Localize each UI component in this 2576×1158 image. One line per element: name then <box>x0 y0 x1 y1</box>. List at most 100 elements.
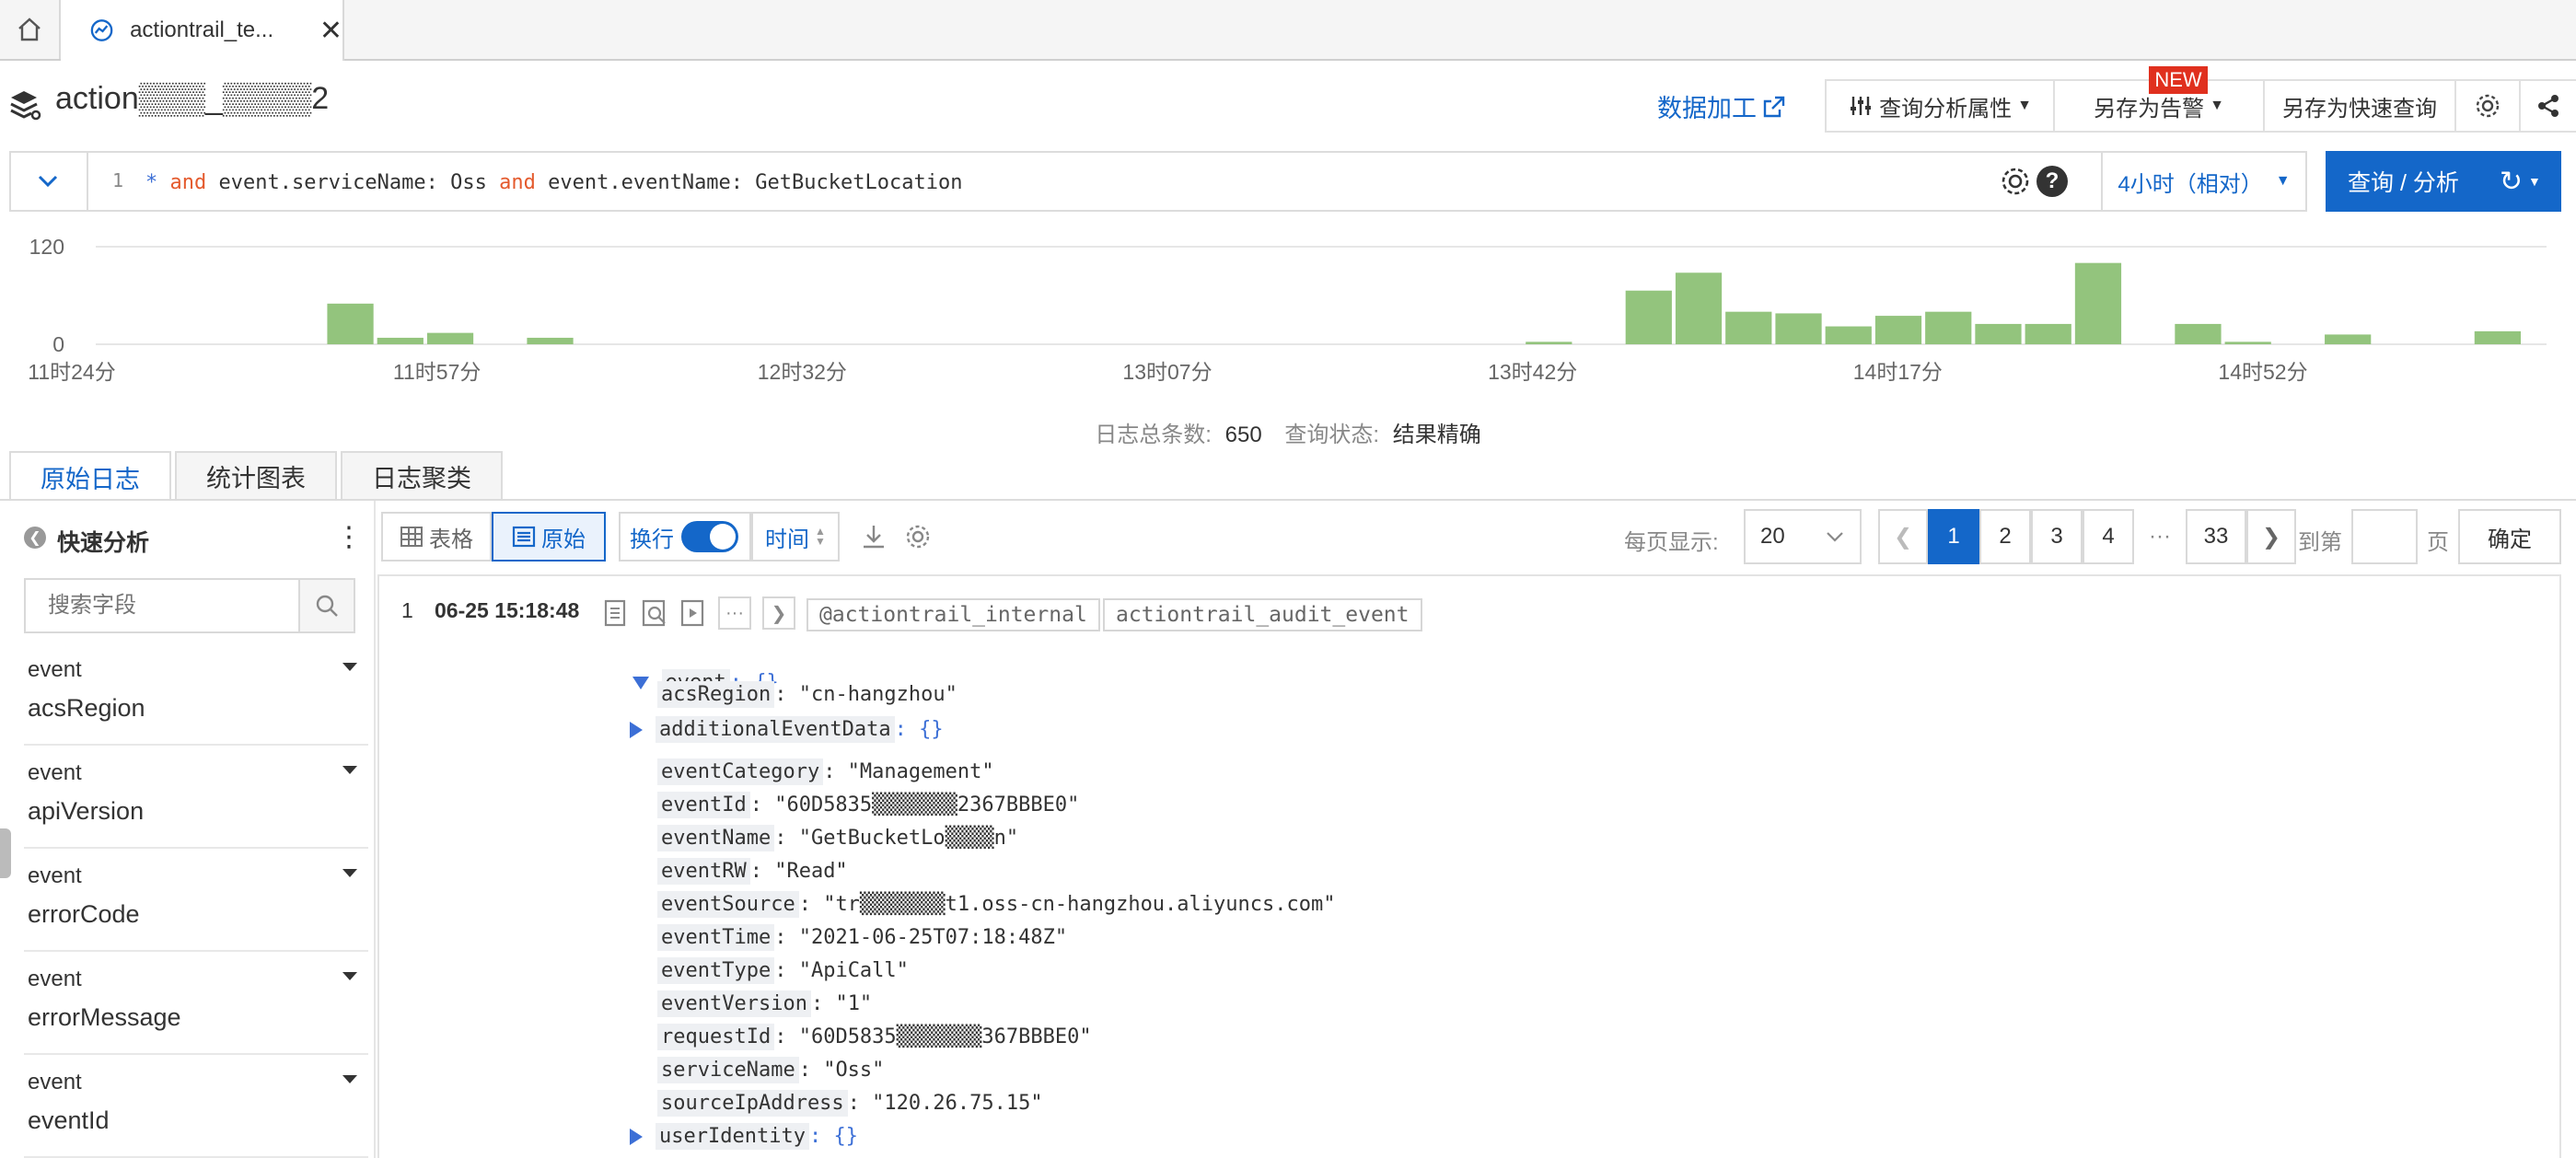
query-summary: 日志总条数: 650 查询状态: 结果精确 <box>0 416 2576 448</box>
tab-raw-logs[interactable]: 原始日志 <box>9 451 171 501</box>
tag-chip[interactable]: @actiontrail_internal <box>806 598 1100 631</box>
field-name: acsRegion <box>28 694 145 722</box>
histogram-bar[interactable] <box>1975 323 2022 344</box>
field-item[interactable]: event errorCode <box>24 847 368 952</box>
field-item[interactable]: event acsRegion <box>24 641 368 746</box>
save-quick-label: 另存为快速查询 <box>2282 96 2437 122</box>
search-button[interactable] <box>298 580 354 631</box>
caret-down-icon[interactable] <box>342 972 357 980</box>
histogram-bar[interactable] <box>377 337 424 344</box>
json-field-row[interactable]: additionalEventData: {} <box>630 716 944 743</box>
json-key: eventId <box>657 792 750 818</box>
caret-down-icon[interactable] <box>342 869 357 877</box>
histogram-bar[interactable] <box>2025 323 2071 344</box>
more-actions-button[interactable]: ··· <box>718 596 751 630</box>
expand-triangle-icon[interactable] <box>630 1129 643 1145</box>
expand-triangle-icon[interactable] <box>630 722 643 738</box>
histogram-bar[interactable] <box>1874 316 1922 344</box>
page-2-button[interactable]: 2 <box>1979 509 2031 564</box>
settings-button[interactable] <box>2454 79 2521 133</box>
help-icon[interactable]: ? <box>2036 166 2068 197</box>
save-quick-query-button[interactable]: 另存为快速查询 <box>2263 79 2456 133</box>
table-view-label: 表格 <box>429 527 473 552</box>
per-page-select[interactable]: 20 <box>1744 509 1862 564</box>
caret-down-icon[interactable] <box>342 1075 357 1083</box>
json-value: : "60D5835▒▒▒▒▒▒▒2367BBBE0" <box>749 793 1080 816</box>
caret-down-icon[interactable] <box>342 766 357 774</box>
copy-icon[interactable] <box>602 597 630 629</box>
histogram-bar[interactable] <box>2074 262 2122 344</box>
field-name: eventId <box>28 1106 110 1134</box>
histogram-bar[interactable] <box>1825 326 1872 344</box>
more-options-icon[interactable]: ⋮ <box>335 521 363 553</box>
caret-down-icon[interactable] <box>342 663 357 671</box>
time-sort-button[interactable]: 时间 ▲ ▼ <box>751 512 840 562</box>
x-tick-label: 12时32分 <box>758 360 847 384</box>
sliders-icon <box>1851 97 1872 115</box>
histogram-chart[interactable]: 120 0 11时24分 11时57分 12时32分 13时07分 13时42分 14时17分… <box>0 225 2576 400</box>
expand-arrow-button[interactable]: ❯ <box>762 596 795 630</box>
histogram-bar[interactable] <box>1675 272 1723 344</box>
page-33-button[interactable]: 33 <box>2186 509 2246 564</box>
search-analyze-label: 查询 / 分析 <box>2348 170 2459 196</box>
tab-log-clustering[interactable]: 日志聚类 <box>341 451 503 499</box>
json-field-row[interactable]: userIdentity: {} <box>630 1123 858 1150</box>
next-page-button[interactable]: ❯ <box>2246 509 2296 564</box>
histogram-bar[interactable] <box>1775 313 1822 344</box>
log-settings-icon[interactable] <box>904 523 932 550</box>
field-item[interactable]: event apiVersion <box>24 744 368 849</box>
table-view-button[interactable]: 表格 <box>381 512 492 562</box>
field-item[interactable]: event eventId <box>24 1053 368 1158</box>
histogram-bar[interactable] <box>1725 311 1772 344</box>
field-search-input[interactable] <box>26 580 302 631</box>
field-name: errorCode <box>28 900 140 928</box>
histogram-bar[interactable] <box>527 337 574 344</box>
home-tab[interactable] <box>0 0 61 59</box>
histogram-bar[interactable] <box>2474 330 2521 344</box>
histogram-bar[interactable] <box>327 303 374 344</box>
page-ellipsis: ··· <box>2134 509 2186 564</box>
histogram-bar[interactable] <box>1526 342 1572 344</box>
page-3-button[interactable]: 3 <box>2031 509 2083 564</box>
wrap-toggle[interactable] <box>681 521 738 552</box>
histogram-bar[interactable] <box>1925 311 1972 344</box>
confirm-page-button[interactable]: 确定 <box>2458 509 2561 564</box>
data-process-link[interactable]: 数据加工 <box>1657 88 1786 124</box>
query-settings-icon[interactable] <box>2000 166 2031 197</box>
refresh-icon[interactable]: ↻ <box>2500 166 2523 198</box>
live-tail-icon[interactable] <box>679 597 707 629</box>
tab-statistics-chart[interactable]: 统计图表 <box>175 451 337 499</box>
collapse-handle[interactable] <box>0 828 11 878</box>
histogram-bar[interactable] <box>2175 323 2222 344</box>
page-4-button[interactable]: 4 <box>2083 509 2134 564</box>
query-props-button[interactable]: 查询分析属性 ▼ <box>1825 79 2055 133</box>
x-tick-label: 14时17分 <box>1853 360 1943 384</box>
collapse-triangle-icon[interactable] <box>632 677 649 689</box>
close-tab-icon[interactable]: ✕ <box>319 15 342 47</box>
query-expand-toggle[interactable] <box>9 151 88 212</box>
share-button[interactable] <box>2519 79 2576 133</box>
page-number: 33 <box>2203 524 2229 549</box>
goto-page-input[interactable] <box>2351 509 2418 564</box>
field-item[interactable]: event errorMessage <box>24 950 368 1055</box>
caret-down-icon: ▼ <box>2017 98 2032 113</box>
histogram-bar[interactable] <box>426 332 474 344</box>
download-icon[interactable] <box>860 523 888 550</box>
search-analyze-button[interactable]: 查询 / 分析 ↻ ▼ <box>2326 151 2561 212</box>
page-number: 1 <box>1947 524 1960 549</box>
prev-page-button[interactable]: ❮ <box>1878 509 1928 564</box>
json-key: sourceIpAddress <box>657 1090 848 1117</box>
histogram-bar[interactable] <box>2325 334 2372 344</box>
page-1-button[interactable]: 1 <box>1928 509 1979 564</box>
json-field-row: eventType: "ApiCall" <box>657 957 909 984</box>
context-browse-icon[interactable] <box>641 597 668 629</box>
histogram-bar[interactable] <box>2224 342 2271 344</box>
raw-view-button[interactable]: 原始 <box>492 512 606 562</box>
query-text[interactable]: * and event.serviceName: Oss and event.e… <box>145 171 962 194</box>
tag-chip[interactable]: actiontrail_audit_event <box>1103 598 1422 631</box>
histogram-bar[interactable] <box>1625 290 1672 344</box>
time-range-select[interactable]: 4小时（相对） ▼ <box>2101 151 2307 212</box>
tab-logstore[interactable]: actiontrail_te... ✕ <box>61 0 344 61</box>
x-tick-label: 11时24分 <box>28 360 115 384</box>
confirm-label: 确定 <box>2488 527 2532 552</box>
